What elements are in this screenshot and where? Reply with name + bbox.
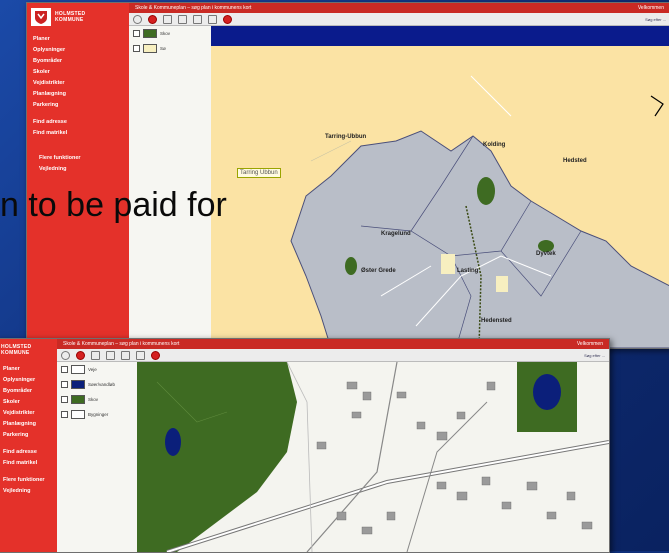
sidebar-menu-item[interactable]: Vejdistrikter (0, 408, 57, 419)
place-label: Kragelund (381, 231, 411, 237)
legend-item[interactable]: Sø (129, 41, 211, 56)
search-link[interactable]: Søg efter ... (645, 17, 666, 22)
legend-swatch (143, 44, 157, 53)
forest-area (137, 362, 297, 552)
selected-place-label[interactable]: Tarring Ubbun (237, 168, 281, 178)
legend-swatch (71, 410, 85, 419)
legend-swatch (71, 365, 85, 374)
sidebar-menu-item[interactable]: Planer (0, 364, 57, 375)
sidebar-menu-item[interactable]: Skoler (0, 397, 57, 408)
legend-item[interactable]: Veje (57, 362, 137, 377)
stop-icon[interactable] (151, 350, 160, 360)
coat-of-arms-icon (31, 8, 51, 26)
sidebar-menu-item[interactable]: Flere funktioner (33, 153, 123, 164)
layer-tool-icon[interactable] (76, 350, 85, 360)
sidebar-menu-item[interactable]: Flere funktioner (0, 475, 57, 486)
map-toolbar: Søg efter ... (57, 349, 609, 362)
legend-label: Skov (88, 397, 99, 402)
pond (533, 374, 561, 410)
place-label: Hedensted (481, 318, 512, 324)
sidebar-menu-item[interactable]: Oplysninger (27, 45, 129, 56)
zoom-in-icon[interactable] (163, 14, 172, 24)
lake (165, 428, 181, 456)
title-bar: Skole & Kommuneplan – søg plan i kommune… (129, 3, 669, 13)
layer-legend: Veje Søer/vandløb Skov Bygninger (57, 362, 138, 552)
place-label: Tarring-Ubbun (325, 134, 367, 140)
legend-label: Skov (160, 31, 171, 36)
welcome-link[interactable]: Velkommen (638, 3, 664, 13)
layer-checkbox[interactable] (61, 396, 68, 403)
sidebar-menu-item[interactable]: Find matrikel (27, 128, 129, 139)
sidebar-menu-item[interactable]: Byområder (0, 386, 57, 397)
legend-label: Veje (88, 367, 97, 372)
pan-icon[interactable] (121, 350, 130, 360)
sidebar-menu-item[interactable]: Planlægning (0, 419, 57, 430)
title-text: Skole & Kommuneplan – søg plan i kommune… (63, 341, 180, 347)
layer-checkbox[interactable] (61, 381, 68, 388)
search-link[interactable]: Søg efter ... (584, 353, 605, 358)
legend-item[interactable]: Bygninger (57, 407, 137, 422)
legend-item[interactable]: Skov (57, 392, 137, 407)
place-label: Kolding (483, 142, 506, 148)
pan-icon[interactable] (193, 14, 202, 24)
layer-checkbox[interactable] (61, 411, 68, 418)
legend-swatch (143, 29, 157, 38)
sidebar-menu-item[interactable]: Skoler (27, 67, 129, 78)
logo-subtitle: KOMMUNE (55, 17, 84, 23)
layer-legend: Skov Sø (129, 26, 212, 348)
layer-checkbox[interactable] (133, 30, 140, 37)
title-text: Skole & Kommuneplan – søg plan i kommune… (135, 5, 252, 11)
sidebar-menu-item[interactable]: Find adresse (27, 117, 129, 128)
sidebar-menu-item[interactable]: Find adresse (0, 447, 57, 458)
map-window-detail: HOLMSTED KOMMUNE Planer Oplysninger Byområ… (0, 338, 610, 553)
layer-checkbox[interactable] (61, 366, 68, 373)
sidebar-menu-item[interactable]: Oplysninger (0, 375, 57, 386)
legend-swatch (71, 380, 85, 389)
title-bar: Skole & Kommuneplan – søg plan i kommune… (57, 339, 609, 349)
detail-map[interactable] (137, 362, 609, 552)
overview-map[interactable]: Tarring-Ubbun Tarring Ubbun Kolding Heds… (211, 26, 669, 348)
legend-label: Sø (160, 46, 166, 51)
welcome-link[interactable]: Velkommen (577, 339, 603, 349)
sidebar: HOLMSTED KOMMUNE Planer Oplysninger Byområ… (27, 3, 129, 348)
municipality-region (290, 130, 669, 348)
sidebar-menu-item[interactable]: Find matrikel (0, 458, 57, 469)
legend-item[interactable]: Skov (129, 26, 211, 41)
sidebar-menu-item[interactable]: Planer (27, 34, 129, 45)
stop-icon[interactable] (223, 14, 232, 24)
legend-label: Bygninger (88, 412, 109, 417)
municipality-logo[interactable]: HOLMSTED KOMMUNE (0, 339, 57, 364)
sidebar-menu-item[interactable]: Vejledning (33, 164, 123, 175)
zoom-out-icon[interactable] (178, 14, 187, 24)
place-label: Øster Grede (361, 268, 396, 274)
print-icon[interactable] (136, 350, 145, 360)
logo-subtitle: KOMMUNE (1, 350, 30, 356)
sidebar-menu-item[interactable]: Parkering (27, 100, 129, 111)
place-label: Lasting (457, 268, 479, 274)
legend-item[interactable]: Søer/vandløb (57, 377, 137, 392)
sidebar-menu-item[interactable]: Byområder (27, 56, 129, 67)
municipality-logo[interactable]: HOLMSTED KOMMUNE (27, 3, 129, 34)
legend-swatch (71, 395, 85, 404)
info-tool-icon[interactable] (133, 14, 142, 24)
zoom-in-icon[interactable] (91, 350, 100, 360)
legend-label: Søer/vandløb (88, 382, 116, 387)
zoom-out-icon[interactable] (106, 350, 115, 360)
layer-checkbox[interactable] (133, 45, 140, 52)
map-toolbar: Søg efter ... (129, 13, 669, 26)
sidebar-menu-item[interactable]: Planlægning (27, 89, 129, 100)
sidebar-menu-item[interactable]: Vejdistrikter (27, 78, 129, 89)
sidebar: HOLMSTED KOMMUNE Planer Oplysninger Byområ… (0, 339, 57, 552)
sidebar-menu-item[interactable]: Parkering (0, 430, 57, 441)
place-label: Hedsted (563, 158, 587, 164)
map-window-overview: HOLMSTED KOMMUNE Planer Oplysninger Byområ… (26, 2, 669, 349)
sidebar-menu-item[interactable]: Vejledning (0, 486, 57, 497)
layer-tool-icon[interactable] (148, 14, 157, 24)
print-icon[interactable] (208, 14, 217, 24)
place-label: Dyvtek (536, 251, 556, 257)
info-tool-icon[interactable] (61, 350, 70, 360)
